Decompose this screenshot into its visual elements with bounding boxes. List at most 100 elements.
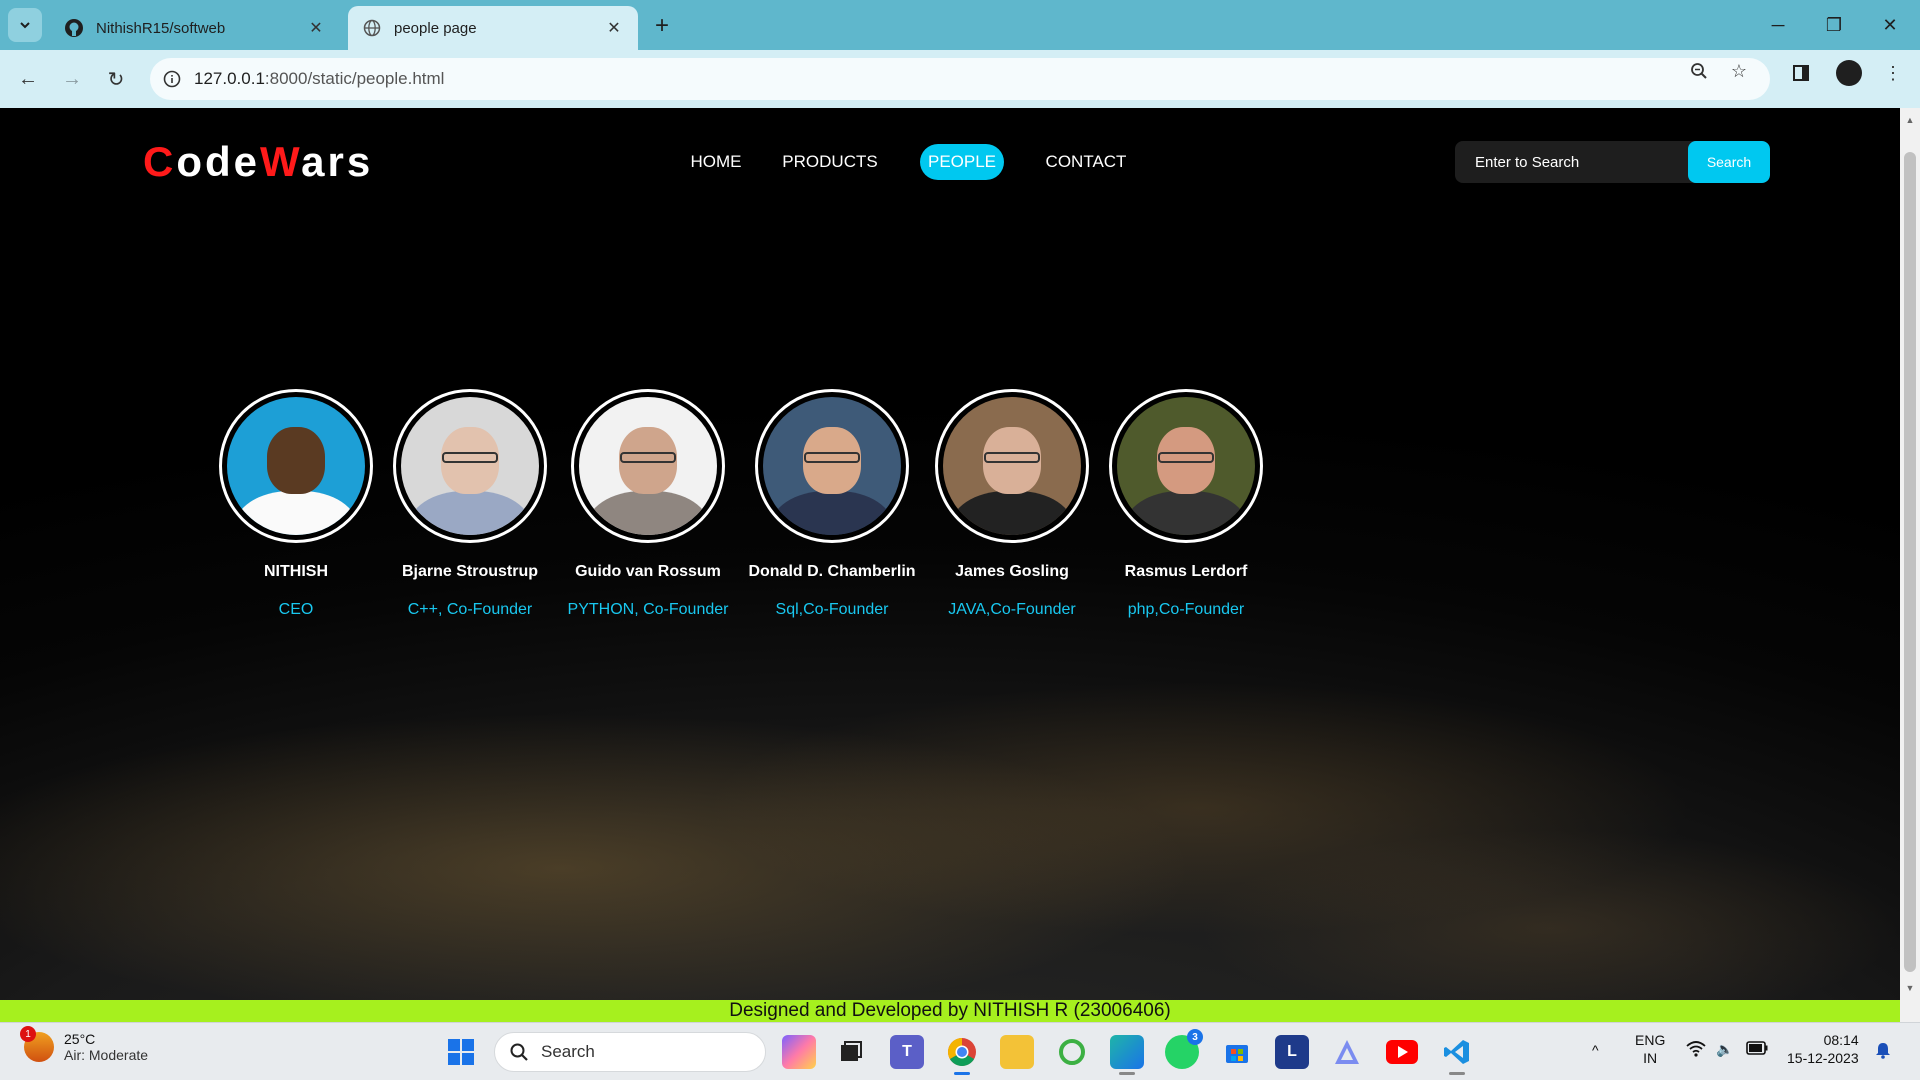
whatsapp-badge: 3 (1187, 1029, 1203, 1045)
edge-icon[interactable] (1110, 1035, 1144, 1075)
close-window-button[interactable]: ✕ (1862, 0, 1918, 50)
restore-icon: ❐ (1825, 14, 1843, 35)
person-card: Bjarne Stroustrup C++, Co-Founder (380, 389, 560, 619)
address-bar[interactable]: 127.0.0.1:8000/static/people.html (150, 58, 1770, 100)
arc-app-icon[interactable] (1330, 1035, 1364, 1069)
person-name: Rasmus Lerdorf (1124, 563, 1248, 580)
language-indicator[interactable]: ENG IN (1635, 1031, 1665, 1067)
restore-button[interactable]: ❐ (1806, 0, 1862, 50)
windows-start-icon[interactable] (444, 1035, 478, 1069)
person-photo-rasmus (1109, 389, 1263, 543)
url-host: 127.0.0.1 (194, 69, 265, 88)
close-tab-icon[interactable]: ✕ (306, 18, 326, 38)
url-path: :8000/static/people.html (264, 69, 445, 88)
scrollbar-thumb[interactable] (1904, 152, 1916, 972)
logo-letter-w: W (260, 138, 302, 185)
scrollbar-track-end (1900, 1000, 1920, 1022)
weather-widget[interactable]: 1 25°C Air: Moderate (20, 1026, 149, 1063)
person-role: CEO (278, 601, 314, 618)
scroll-up-icon[interactable]: ▲ (1900, 110, 1920, 130)
copilot-icon[interactable] (782, 1035, 816, 1069)
weather-badge: 1 (20, 1026, 36, 1042)
whatsapp-icon[interactable]: 3 (1165, 1029, 1203, 1069)
person-name: Guido van Rossum (575, 563, 721, 580)
nav-contact[interactable]: CONTACT (1040, 144, 1132, 180)
nav-products[interactable]: PRODUCTS (778, 144, 882, 180)
file-explorer-icon[interactable] (1000, 1035, 1034, 1069)
youtube-icon[interactable] (1385, 1035, 1419, 1069)
logo-text-ars: ars (301, 138, 374, 185)
person-name: Donald D. Chamberlin (748, 563, 916, 580)
microsoft-store-icon[interactable] (1220, 1035, 1254, 1069)
tab-people-page[interactable]: people page ✕ (348, 6, 638, 50)
logo-letter-c: C (143, 138, 177, 185)
clock[interactable]: 08:14 15-12-2023 (1787, 1031, 1859, 1067)
l-app-icon[interactable]: L (1275, 1035, 1309, 1069)
profile-avatar[interactable] (1836, 60, 1862, 86)
bookmark-star-icon[interactable]: ☆ (1728, 60, 1750, 82)
notification-bell-icon[interactable] (1874, 1041, 1892, 1063)
site-logo[interactable]: CodeWars (143, 138, 373, 186)
chrome-icon[interactable] (945, 1035, 979, 1075)
windows-taskbar: 1 25°C Air: Moderate Search T 3 L ^ ENG … (0, 1022, 1920, 1080)
chevron-up-icon[interactable]: ^ (1592, 1041, 1599, 1059)
reload-icon: ↻ (107, 68, 125, 91)
side-panel-icon[interactable] (1790, 62, 1812, 84)
site-search-input[interactable] (1455, 141, 1688, 183)
chevron-down-icon (20, 22, 30, 29)
minimize-button[interactable]: ─ (1750, 0, 1806, 50)
person-name: Bjarne Stroustrup (401, 563, 538, 580)
zoom-icon[interactable] (1688, 60, 1710, 82)
logo-text-ode: ode (176, 138, 261, 185)
person-card: Rasmus Lerdorf php,Co-Founder (1096, 389, 1276, 619)
tab-title: NithishR15/softweb (96, 19, 226, 37)
site-search: Search (1455, 141, 1770, 183)
globe-icon (362, 18, 382, 38)
running-indicator (1119, 1072, 1135, 1075)
tab-github[interactable]: NithishR15/softweb ✕ (50, 6, 340, 50)
battery-icon[interactable] (1746, 1041, 1768, 1059)
wifi-icon[interactable] (1686, 1041, 1706, 1061)
tab-search-button[interactable] (8, 8, 42, 42)
teams-icon[interactable]: T (890, 1035, 924, 1069)
nav-home[interactable]: HOME (683, 144, 749, 180)
person-role: PYTHON, Co-Founder (567, 601, 729, 618)
arrow-right-icon: → (62, 67, 82, 90)
person-role: php,Co-Founder (1127, 601, 1245, 618)
url-text: 127.0.0.1:8000/static/people.html (194, 69, 444, 89)
page-content: CodeWars HOME PRODUCTS PEOPLE CONTACT Se… (0, 108, 1900, 1000)
site-search-button[interactable]: Search (1688, 141, 1770, 183)
app-ring-icon[interactable] (1055, 1035, 1089, 1069)
forward-button[interactable]: → (56, 63, 88, 95)
search-icon (510, 1043, 528, 1061)
minimize-icon: ─ (1771, 14, 1785, 35)
person-role: Sql,Co-Founder (775, 601, 889, 618)
volume-icon[interactable]: 🔈 (1716, 1040, 1733, 1058)
nav-people[interactable]: PEOPLE (920, 144, 1004, 180)
back-button[interactable]: ← (12, 63, 44, 95)
site-info-icon[interactable] (150, 70, 194, 88)
person-name: NITHISH (264, 563, 328, 580)
browser-tab-strip: NithishR15/softweb ✕ people page ✕ + ─ ❐… (0, 0, 1920, 50)
person-card: NITHISH CEO (206, 389, 386, 619)
weather-description: Air: Moderate (64, 1047, 149, 1063)
person-role: C++, Co-Founder (407, 601, 533, 618)
menu-kebab-icon[interactable]: ⋮ (1882, 62, 1904, 84)
language-code: ENG (1635, 1032, 1666, 1048)
task-view-icon[interactable] (834, 1035, 868, 1069)
close-tab-icon[interactable]: ✕ (604, 18, 624, 38)
new-tab-button[interactable]: + (648, 12, 676, 40)
scroll-down-icon[interactable]: ▼ (1900, 978, 1920, 998)
person-photo-nithish (219, 389, 373, 543)
taskbar-search[interactable]: Search (494, 1032, 766, 1072)
person-photo-guido (571, 389, 725, 543)
browser-toolbar: ← → ↻ 127.0.0.1:8000/static/people.html … (0, 50, 1920, 108)
vscode-icon[interactable] (1440, 1035, 1474, 1075)
reload-button[interactable]: ↻ (100, 63, 132, 95)
taskbar-search-label: Search (541, 1042, 595, 1061)
github-icon (64, 18, 84, 38)
person-card: Guido van Rossum PYTHON, Co-Founder (558, 389, 738, 619)
clock-time: 08:14 (1823, 1032, 1859, 1048)
page-scrollbar[interactable]: ▲ ▼ (1900, 108, 1920, 1000)
person-role: JAVA,Co-Founder (948, 601, 1076, 618)
